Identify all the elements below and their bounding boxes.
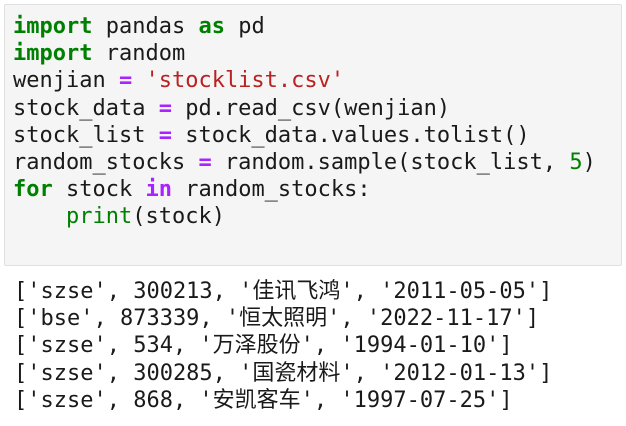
code-text: random_stocks bbox=[13, 149, 199, 175]
code-line: stock_data = pd.read_csv(wenjian) bbox=[13, 95, 596, 122]
code-line: wenjian = 'stocklist.csv' bbox=[13, 67, 596, 94]
code-line: stock_list = stock_data.values.tolist() bbox=[13, 122, 596, 149]
code-text: stock_data.values.tolist() bbox=[171, 122, 530, 148]
code-operator: in bbox=[145, 177, 172, 203]
code-builtin: print bbox=[65, 204, 133, 230]
code-text: random bbox=[92, 41, 186, 67]
output-line: ['szse', 300285, '国瓷材料', '2012-01-13'] bbox=[14, 360, 553, 386]
output-line: ['szse', 534, '万泽股份', '1994-01-10'] bbox=[14, 333, 513, 359]
code-text: stock bbox=[52, 177, 146, 203]
code-line: for stock in random_stocks: bbox=[13, 176, 596, 203]
code-operator: = bbox=[158, 95, 172, 121]
code-text: pandas bbox=[92, 14, 199, 39]
code-cell[interactable]: import pandas as pd import random wenjian … bbox=[4, 4, 622, 266]
code-number: 5 bbox=[569, 149, 583, 175]
code-text: wenjian bbox=[13, 68, 119, 94]
code-text: random.sample(stock_list, bbox=[211, 149, 570, 175]
code-text: ) bbox=[582, 149, 596, 175]
code-keyword: import bbox=[13, 14, 93, 39]
code-text: stock_data bbox=[13, 95, 159, 121]
code-text: (stock) bbox=[132, 204, 225, 230]
code-text: pd bbox=[224, 14, 265, 39]
code-operator: = bbox=[158, 122, 172, 148]
code-line: random_stocks = random.sample(stock_list… bbox=[13, 149, 596, 176]
code-text: pd.read_csv(wenjian) bbox=[171, 95, 451, 121]
output-line: ['szse', 300213, '佳讯飞鸿', '2011-05-05'] bbox=[14, 279, 553, 304]
code-keyword: for bbox=[13, 177, 53, 203]
code-text: stock_list bbox=[13, 122, 159, 148]
code-line: import random bbox=[13, 40, 596, 67]
output-line: ['bse', 873339, '恒太照明', '2022-11-17'] bbox=[14, 306, 540, 332]
cell-output: ['szse', 300213, '佳讯飞鸿', '2011-05-05'] ['… bbox=[14, 278, 552, 414]
code-line: print(stock) bbox=[13, 203, 596, 230]
notebook-page: import pandas as pd import random wenjian … bbox=[0, 0, 626, 426]
code-line: import pandas as pd bbox=[13, 13, 596, 40]
code-operator: = bbox=[198, 149, 212, 175]
code-keyword: as bbox=[198, 14, 225, 39]
output-line: ['szse', 868, '安凯客车', '1997-07-25'] bbox=[14, 387, 513, 413]
code-keyword: import bbox=[13, 41, 93, 67]
code-text: random_stocks: bbox=[171, 177, 371, 203]
code-operator: = bbox=[118, 68, 133, 94]
code-string: 'stocklist.csv' bbox=[145, 68, 345, 94]
code-editor[interactable]: import pandas as pd import random wenjian … bbox=[13, 13, 596, 231]
